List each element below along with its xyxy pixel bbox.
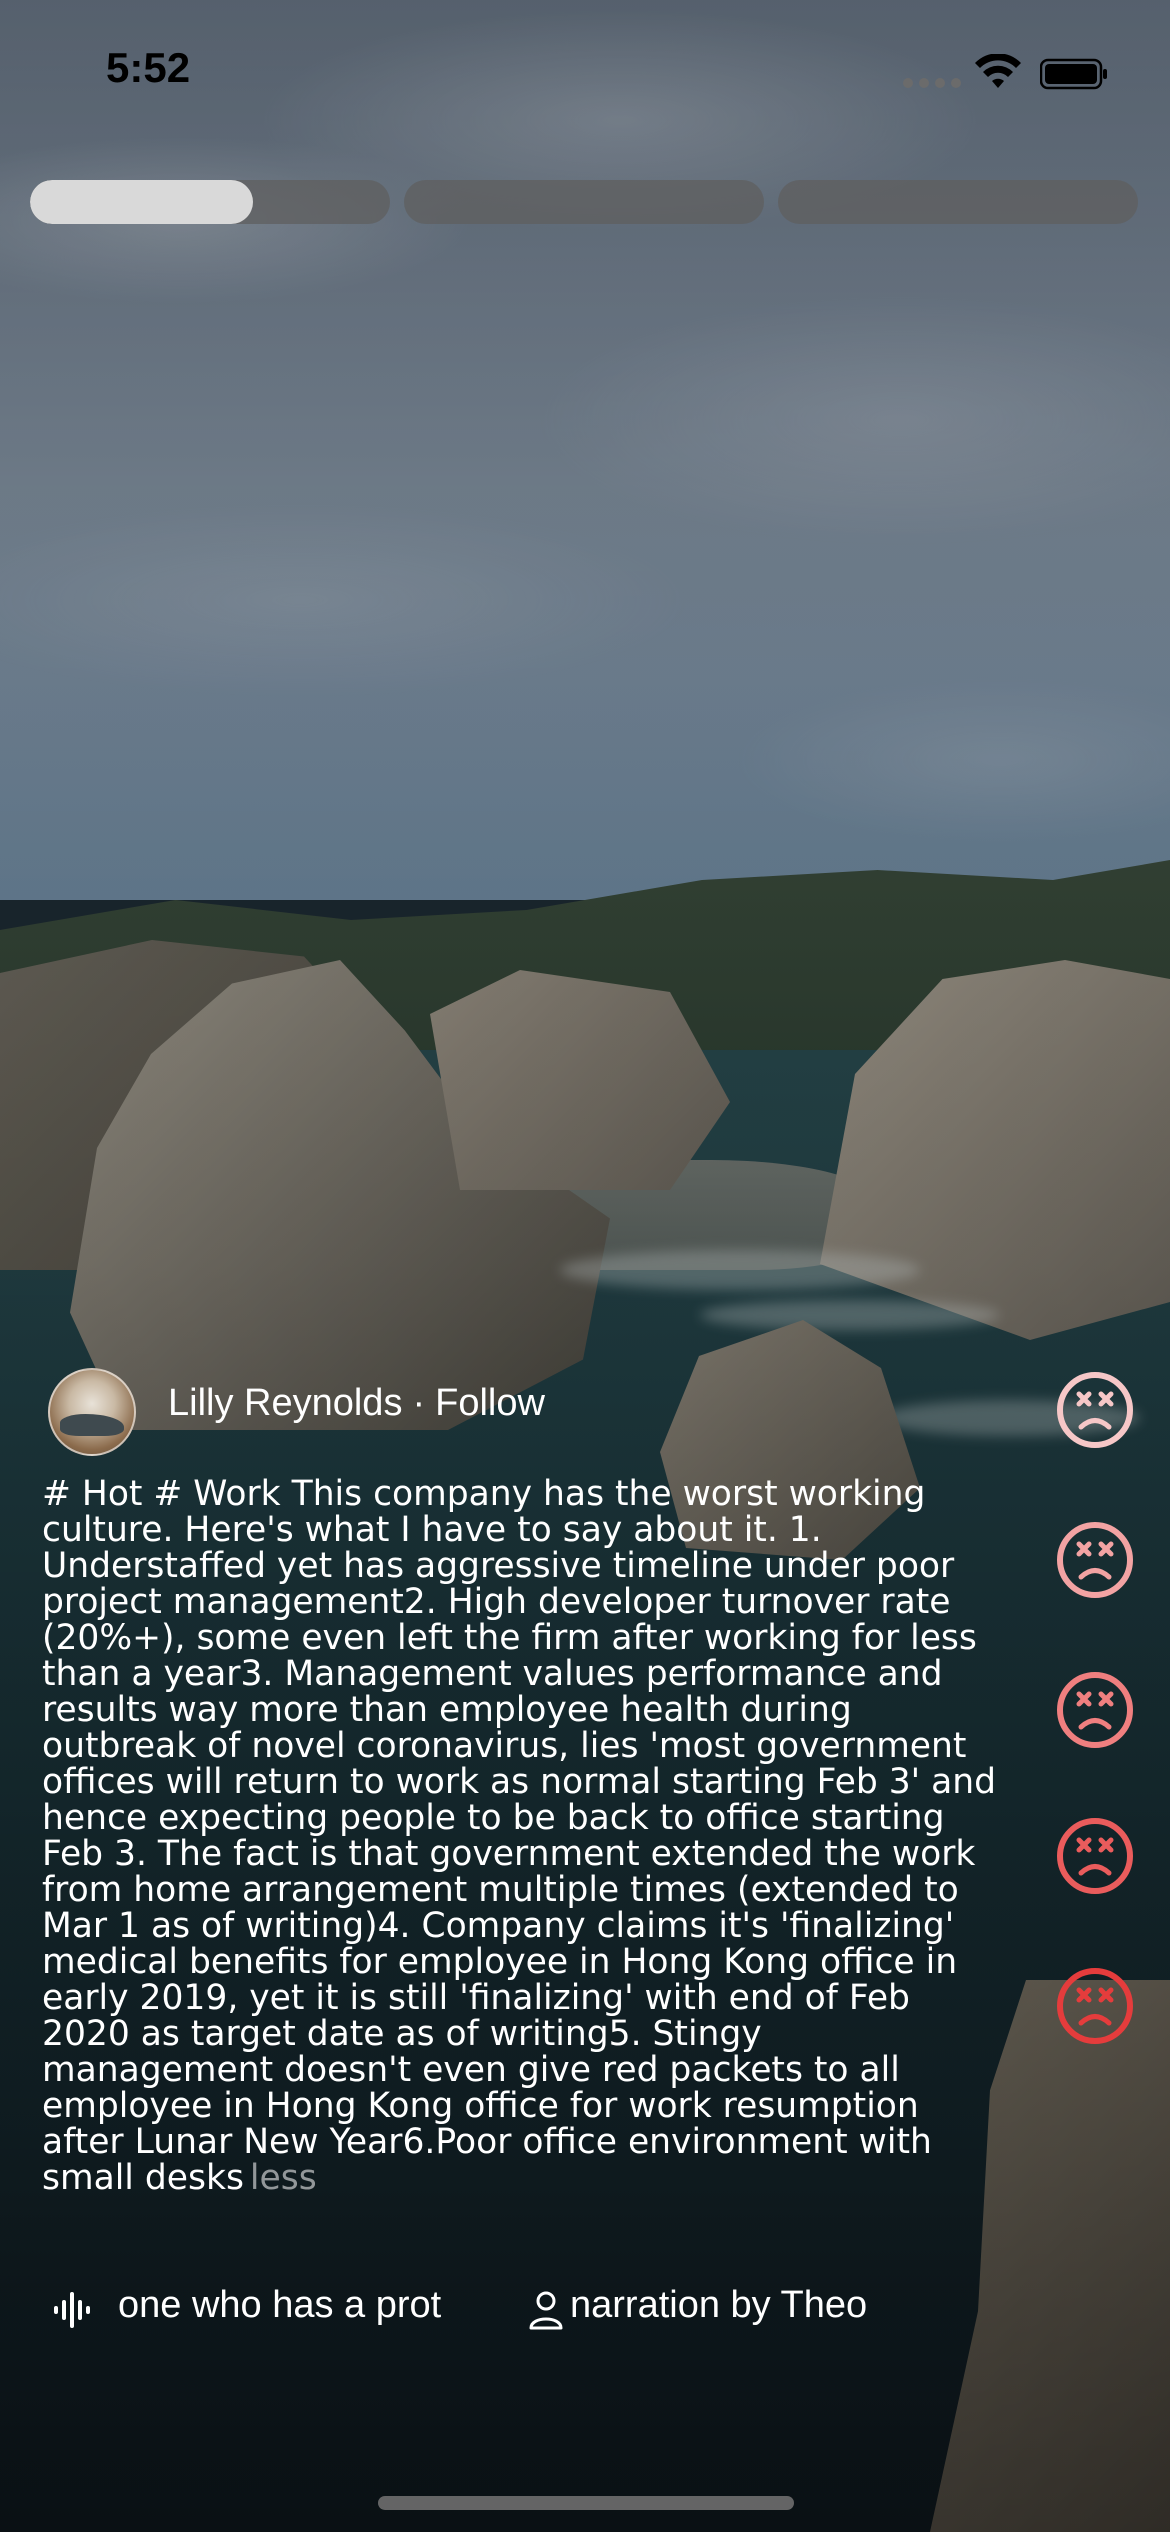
- cellular-signal-icon: [903, 78, 961, 88]
- battery-icon: [1040, 58, 1107, 90]
- dizzy-face-icon[interactable]: [1055, 1966, 1135, 2046]
- story-progress-1: [30, 180, 390, 224]
- author-separator: ·: [412, 1382, 426, 1424]
- post-text: # Hot # Work This company has the worst …: [42, 1474, 997, 2198]
- post-body: # Hot # Work This company has the worst …: [42, 1476, 1002, 2196]
- story-screen: 5:52 Lilly Reynolds · Follow # Hot # Work …: [0, 0, 1170, 2532]
- author-name[interactable]: Lilly Reynolds: [168, 1382, 402, 1424]
- author-line: Lilly Reynolds · Follow: [168, 1382, 545, 1425]
- avatar[interactable]: [48, 1368, 136, 1456]
- dizzy-face-icon[interactable]: [1055, 1370, 1135, 1450]
- wifi-icon: [975, 54, 1021, 88]
- story-progress-2: [404, 180, 764, 224]
- follow-button[interactable]: Follow: [435, 1382, 545, 1424]
- dizzy-face-icon[interactable]: [1055, 1520, 1135, 1600]
- dizzy-face-icon[interactable]: [1055, 1670, 1135, 1750]
- narration-label[interactable]: narration by Theo: [570, 2284, 867, 2327]
- home-indicator[interactable]: [378, 2496, 794, 2510]
- audio-track-title[interactable]: one who has a prot: [118, 2284, 488, 2334]
- status-time: 5:52: [106, 44, 191, 91]
- story-progress-fill: [30, 180, 254, 224]
- person-icon: [529, 2291, 563, 2330]
- less-button[interactable]: less: [250, 2158, 317, 2198]
- audio-waveform-icon: [54, 2292, 90, 2328]
- dizzy-face-icon[interactable]: [1055, 1816, 1135, 1896]
- story-progress-3: [778, 180, 1138, 224]
